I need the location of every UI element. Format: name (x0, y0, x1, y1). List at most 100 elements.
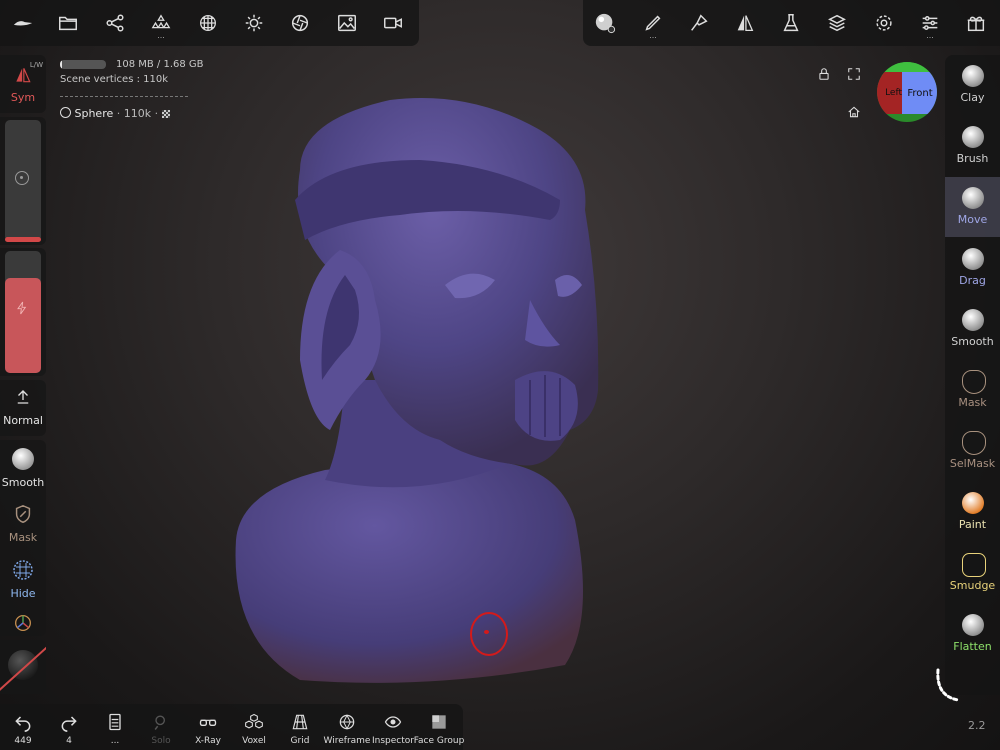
memory-text: 108 MB / 1.68 GB (116, 59, 204, 70)
sym-badge: L/W (29, 61, 43, 69)
glasses-icon (199, 719, 217, 726)
gear-icon[interactable] (864, 3, 904, 43)
flask-icon[interactable] (771, 3, 811, 43)
lightning-icon (17, 301, 27, 315)
view-gizmo[interactable]: Left Front (877, 62, 937, 122)
camera-shutter-icon[interactable] (280, 3, 320, 43)
tool-paint[interactable]: Paint (945, 482, 1000, 542)
wireframe-icon (339, 714, 355, 730)
mask-quick-label: Mask (8, 531, 38, 544)
arrow-up-icon (17, 390, 29, 404)
brush-cursor-dot (484, 630, 489, 634)
radius-slider[interactable] (0, 117, 46, 245)
smooth-quick-button[interactable]: Smooth (0, 442, 46, 492)
memory-bar-fill (60, 60, 62, 69)
grid-button[interactable]: Grid (277, 704, 323, 750)
intensity-slider[interactable] (0, 248, 46, 376)
tool-mask-icon (962, 370, 986, 394)
sphere-icon (60, 107, 71, 118)
layers-icon[interactable] (817, 3, 857, 43)
tool-paint-icon (962, 492, 984, 514)
fullscreen-icon[interactable] (842, 62, 866, 86)
tool-flatten[interactable]: Flatten (945, 604, 1000, 664)
tool-label: Flatten (953, 640, 992, 653)
sym-label: Sym (10, 91, 36, 104)
brush-settings-icon[interactable] (679, 3, 719, 43)
top-left-toolbar: ... (0, 0, 419, 46)
video-icon[interactable] (373, 3, 413, 43)
tool-label: Smooth (951, 335, 994, 348)
transform-quick-button[interactable] (0, 610, 46, 636)
tool-clay[interactable]: Clay (945, 55, 1000, 115)
version-label: 2.2 (968, 719, 986, 732)
hide-quick-button[interactable]: Hide (0, 554, 46, 604)
tool-smooth[interactable]: Smooth (945, 299, 1000, 359)
tool-drag[interactable]: Drag (945, 238, 1000, 298)
tool-selmask-icon (962, 431, 986, 455)
tool-brush-icon (962, 126, 984, 148)
tool-selmask[interactable]: SelMask (945, 421, 1000, 481)
radius-slider-fill (5, 237, 41, 242)
gizmo-left-label: Left (885, 88, 902, 98)
folder-icon[interactable] (48, 3, 88, 43)
model-mouth (515, 371, 578, 441)
redo-icon (61, 716, 77, 732)
sliders-icon[interactable]: ... (910, 3, 950, 43)
tool-move-icon (962, 187, 984, 209)
mask-quick-button[interactable]: Mask (0, 498, 46, 548)
gizmo-left-face[interactable]: Left (877, 72, 903, 114)
memory-bar (60, 60, 106, 69)
gizmo-front-label: Front (907, 87, 933, 99)
tool-drag-icon (962, 248, 984, 270)
lock-icon[interactable] (812, 62, 836, 86)
light-icon[interactable] (234, 3, 274, 43)
tool-label: SelMask (949, 457, 996, 470)
mask-shield-icon (15, 504, 31, 524)
eye-icon (384, 716, 402, 728)
face-group-icon (432, 715, 446, 729)
tool-smudge[interactable]: Smudge (945, 543, 1000, 603)
solo-button[interactable]: Solo (138, 704, 184, 750)
gizmo-icon (15, 615, 31, 631)
list-icon (109, 713, 121, 731)
image-icon[interactable] (327, 3, 367, 43)
top-right-toolbar: ... ... (583, 0, 1000, 46)
tool-label: Clay (960, 91, 985, 104)
pull-handle-icon[interactable] (932, 668, 972, 704)
model-bust (235, 458, 584, 683)
symmetry-icon[interactable] (725, 3, 765, 43)
sym-button[interactable]: L/W Sym (0, 55, 46, 113)
scene-vertices-label: Scene vertices : 110k (60, 74, 168, 85)
grid-icon (292, 714, 308, 730)
undo-icon (15, 716, 31, 732)
material-swatch[interactable] (0, 640, 46, 694)
tool-flatten-icon (962, 614, 984, 636)
home-icon[interactable] (842, 100, 866, 124)
object-name: Sphere (74, 107, 114, 120)
tool-brush[interactable]: Brush (945, 116, 1000, 176)
smooth-ball-icon (12, 448, 34, 470)
tool-smooth-icon (962, 309, 984, 331)
voxel-icon (245, 713, 263, 729)
object-vertices: 110k (123, 107, 152, 120)
gift-icon[interactable] (956, 3, 996, 43)
nomad-logo-icon[interactable] (3, 3, 43, 43)
share-icon[interactable] (95, 3, 135, 43)
tool-smudge-icon (962, 553, 986, 577)
intensity-slider-fill (5, 278, 41, 373)
tool-label: Brush (956, 152, 989, 165)
object-separator: · (154, 107, 159, 120)
matcap-icon[interactable] (585, 3, 625, 43)
tool-move[interactable]: Move (945, 177, 1000, 237)
gizmo-front-face[interactable]: Front (902, 72, 937, 114)
scene-icon[interactable]: ... (141, 3, 181, 43)
facegroup-button[interactable]: Face Group (414, 704, 464, 750)
sculpt-model[interactable] (220, 90, 620, 690)
topology-icon[interactable] (188, 3, 228, 43)
tool-mask[interactable]: Mask (945, 360, 1000, 420)
hide-grid-icon (13, 560, 33, 580)
tool-label: Drag (959, 274, 986, 287)
stroke-icon[interactable]: ... (633, 3, 673, 43)
normal-button[interactable]: Normal (0, 380, 46, 436)
active-object[interactable]: Sphere · 110k · (60, 107, 170, 120)
